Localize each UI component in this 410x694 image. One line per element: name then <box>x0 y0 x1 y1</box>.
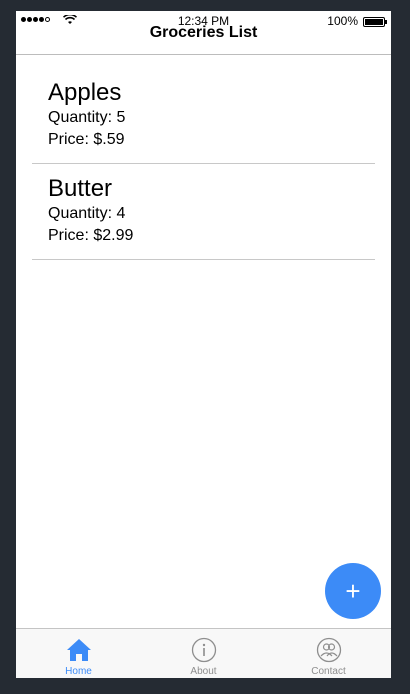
tab-about[interactable]: About <box>141 629 266 678</box>
item-quantity: Quantity: 4 <box>48 205 126 222</box>
item-quantity: Quantity: 5 <box>48 109 126 126</box>
home-icon <box>66 639 91 661</box>
list-item[interactable]: Apples Quantity: 5 Price: $.59 <box>32 55 375 164</box>
plus-icon: + <box>345 575 361 606</box>
add-item-button[interactable]: + <box>325 563 381 619</box>
tab-contact[interactable]: Contact <box>266 629 391 678</box>
tab-label: About <box>190 666 217 677</box>
tab-home[interactable]: Home <box>16 629 141 678</box>
info-icon <box>191 637 216 663</box>
groceries-list: Apples Quantity: 5 Price: $.59 Butter Qu… <box>32 55 375 260</box>
tab-bar: Home About Contact <box>16 628 391 678</box>
item-name: Apples <box>48 79 122 106</box>
tab-label: Contact <box>311 666 346 677</box>
nav-bar: 12:34 PM 100% Groceries List <box>16 11 391 55</box>
item-price: Price: $2.99 <box>48 227 134 244</box>
phone-screen: 12:34 PM 100% Groceries List Apples Quan… <box>16 11 391 678</box>
contacts-icon <box>316 637 341 663</box>
tab-label: Home <box>65 666 92 677</box>
item-name: Butter <box>48 175 113 202</box>
list-item[interactable]: Butter Quantity: 4 Price: $2.99 <box>32 164 375 260</box>
item-price: Price: $.59 <box>48 131 125 148</box>
page-title: Groceries List <box>149 24 258 41</box>
